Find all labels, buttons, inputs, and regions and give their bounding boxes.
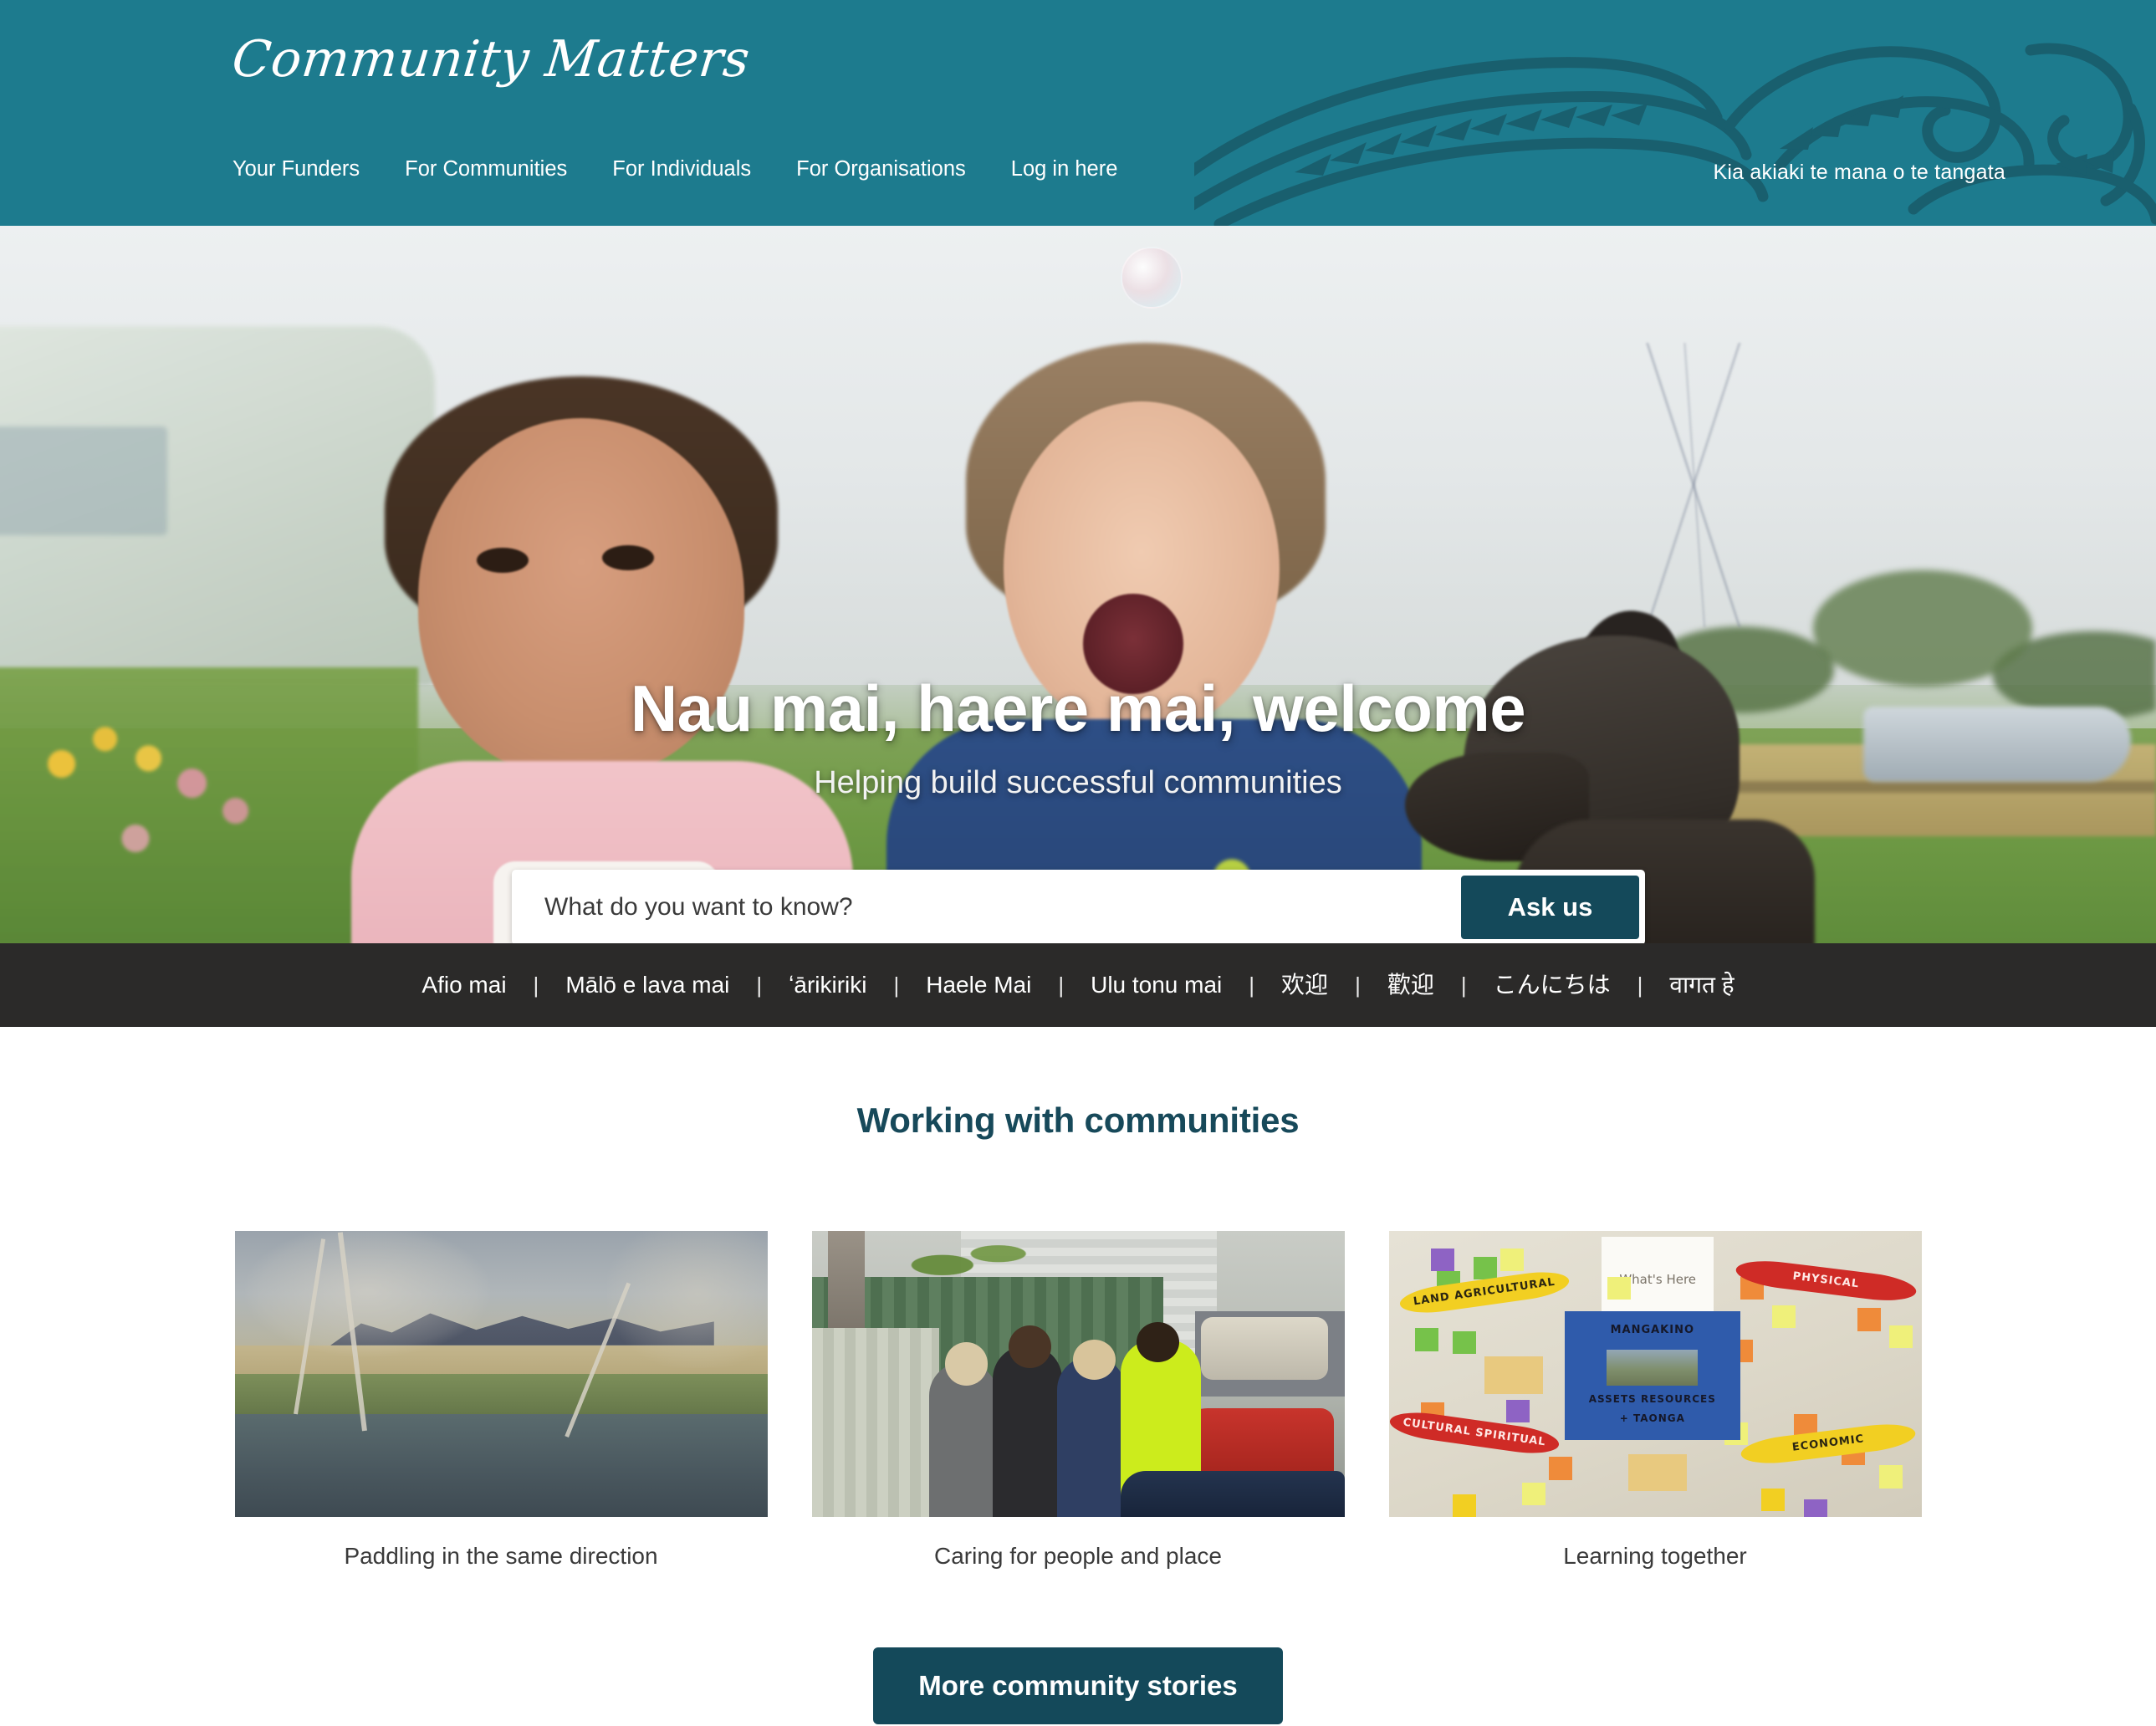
working-with-communities-section: Working with communities Paddling in the…	[0, 1027, 2156, 1726]
more-stories-container: More community stories	[0, 1647, 2156, 1726]
greeting-ulu-tonu-mai[interactable]: Ulu tonu mai	[1091, 973, 1222, 997]
hero-banner: Nau mai, haere mai, welcome Helping buil…	[0, 226, 2156, 943]
multilingual-greetings-bar: Afio mai | Mālō e lava mai | ʻārikiriki …	[0, 943, 2156, 1027]
greeting-separator: |	[1058, 973, 1065, 998]
community-stories-row: Paddling in the same direction Caring fo…	[0, 1231, 2156, 1570]
header-tagline: Kia akiaki te mana o te tangata	[1713, 161, 2005, 184]
greeting-japanese[interactable]: こんにちは	[1494, 973, 1611, 997]
greeting-haele-mai[interactable]: Haele Mai	[926, 973, 1031, 997]
photo-ribbon-cultural: CULTURAL SPIRITUAL	[1388, 1407, 1561, 1458]
story-card-learning[interactable]: What's Here LAND AGRICULTURAL PHYSICAL C…	[1388, 1231, 1922, 1570]
site-header: Community Matters Your Funders For Commu…	[0, 0, 2156, 226]
ask-us-button[interactable]: Ask us	[1461, 876, 1639, 939]
story-caption: Caring for people and place	[933, 1543, 1222, 1569]
story-card-paddling[interactable]: Paddling in the same direction	[234, 1231, 768, 1570]
greeting-afio-mai[interactable]: Afio mai	[421, 973, 506, 997]
story-photo-workshop-wall[interactable]: What's Here LAND AGRICULTURAL PHYSICAL C…	[1388, 1231, 1922, 1517]
greeting-hindi[interactable]: वागत हे	[1669, 973, 1734, 997]
story-card-caring[interactable]: Caring for people and place	[811, 1231, 1345, 1570]
hero-title: Nau mai, haere mai, welcome	[630, 672, 1526, 745]
story-photo-volunteers-painting-fence[interactable]	[811, 1231, 1345, 1517]
greeting-malo-e-lava-mai[interactable]: Mālō e lava mai	[565, 973, 729, 997]
nav-item-log-in-here[interactable]: Log in here	[1011, 158, 1118, 181]
greeting-separator: |	[1355, 973, 1361, 998]
hero-search-bar: Ask us	[512, 870, 1645, 943]
story-caption: Learning together	[1563, 1543, 1747, 1569]
greeting-separator: |	[1637, 973, 1643, 998]
photo-ribbon-economic: ECONOMIC	[1739, 1420, 1918, 1468]
story-caption: Paddling in the same direction	[344, 1543, 658, 1569]
greeting-chinese-traditional[interactable]: 歡迎	[1387, 973, 1434, 997]
nav-item-for-individuals[interactable]: For Individuals	[612, 158, 751, 181]
more-community-stories-button[interactable]: More community stories	[873, 1647, 1283, 1724]
greeting-separator: |	[533, 973, 539, 998]
greeting-separator: |	[756, 973, 763, 998]
nav-item-for-organisations[interactable]: For Organisations	[796, 158, 966, 181]
greeting-separator: |	[1460, 973, 1467, 998]
greeting-arikiriki[interactable]: ʻārikiriki	[789, 973, 866, 997]
nav-item-your-funders[interactable]: Your Funders	[232, 158, 360, 181]
search-input[interactable]	[518, 876, 1461, 939]
photo-blue-poster: MANGAKINO ASSETS RESOURCES + TAONGA	[1564, 1310, 1740, 1440]
greeting-separator: |	[893, 973, 900, 998]
brand-logo[interactable]: Community Matters	[229, 30, 753, 89]
greeting-separator: |	[1249, 973, 1255, 998]
story-photo-river-landscape[interactable]	[234, 1231, 768, 1517]
hero-subtitle: Helping build successful communities	[814, 765, 1342, 800]
main-navigation: Your Funders For Communities For Individ…	[232, 158, 1118, 181]
nav-item-for-communities[interactable]: For Communities	[405, 158, 567, 181]
greeting-chinese-simplified[interactable]: 欢迎	[1281, 973, 1328, 997]
section-heading: Working with communities	[856, 1100, 1300, 1140]
